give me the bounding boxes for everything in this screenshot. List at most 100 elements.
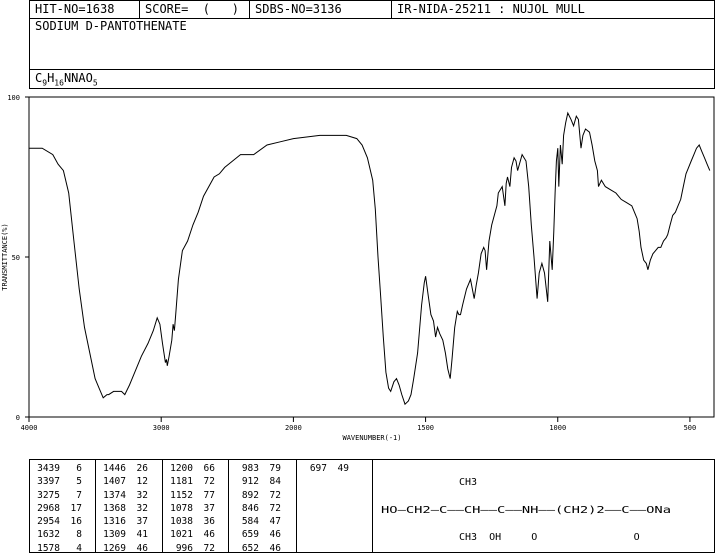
- peak-wavenumber: 1578: [37, 542, 60, 554]
- peak-row: 912 84: [229, 475, 296, 488]
- peak-row: 3439 6: [30, 462, 95, 475]
- peak-transmittance: 49: [337, 463, 349, 474]
- peak-row: 1316 37: [96, 515, 162, 528]
- chemical-structure: CH3 HO—CH2—C——CH——C——NH——(CH2)2——C——ONa …: [381, 477, 671, 543]
- y-axis-label: TRANSMITTANCE(%): [1, 223, 9, 290]
- peak-wavenumber: 1181: [170, 476, 193, 488]
- peak-row: 1269 46: [96, 542, 162, 555]
- y-tick-label: 50: [12, 254, 20, 262]
- peak-row: 1152 77: [163, 489, 228, 502]
- peak-row: 2968 17: [30, 502, 95, 515]
- peak-transmittance: 16: [70, 516, 82, 528]
- peak-row: 1200 66: [163, 462, 228, 475]
- peak-wavenumber: 2954: [37, 516, 60, 528]
- peak-column: 1446 26 1407 12 1374 32 1368 32 1316 37 1309 41 1269…: [96, 460, 163, 555]
- peak-wavenumber: 3275: [37, 489, 60, 501]
- peak-wavenumber: 3439: [37, 463, 60, 474]
- peak-transmittance: 46: [269, 529, 281, 541]
- peak-transmittance: 7: [76, 489, 82, 501]
- peak-wavenumber: 697: [309, 463, 327, 474]
- peak-wavenumber: 983: [241, 463, 259, 474]
- peak-wavenumber: 2968: [37, 502, 60, 514]
- peak-wavenumber: 3397: [37, 476, 60, 488]
- peak-row: 1181 72: [163, 475, 228, 488]
- y-tick-label: 100: [7, 94, 20, 102]
- peak-row: 983 79: [229, 462, 296, 475]
- peak-transmittance: 72: [203, 476, 215, 488]
- peak-transmittance: 17: [70, 502, 82, 514]
- peak-row: 996 72: [163, 542, 228, 555]
- peak-transmittance: 4: [76, 542, 82, 554]
- peak-row: 1021 46: [163, 528, 228, 541]
- ir-spectrum-chart: 4000 3000 2000 1500 1000 500100500 WAVENUMBER…: [1, 94, 715, 442]
- peak-row: 2954 16: [30, 515, 95, 528]
- x-axis-label: WAVENUMBER(-1): [342, 434, 401, 442]
- peak-transmittance: 8: [76, 529, 82, 541]
- peak-table: 3439 6 3397 5 3275 7 2968 17 2954 16 1632 8 1578 4 144…: [29, 459, 374, 555]
- peak-row: 1578 4: [30, 542, 95, 555]
- peak-wavenumber: 1374: [103, 489, 126, 501]
- spectrum-line: [29, 111, 711, 406]
- peak-wavenumber: 1316: [103, 516, 126, 528]
- peak-row: 1078 37: [163, 502, 228, 515]
- x-tick-label: 1000: [549, 424, 566, 432]
- peak-column: 3439 6 3397 5 3275 7 2968 17 2954 16 1632 8 1578 4: [30, 460, 96, 555]
- peak-transmittance: 46: [203, 529, 215, 541]
- peak-row: 1632 8: [30, 528, 95, 541]
- peak-wavenumber: 846: [241, 502, 259, 514]
- peak-transmittance: 32: [136, 502, 148, 514]
- peak-transmittance: 41: [136, 529, 148, 541]
- x-tick-label: 2000: [285, 424, 302, 432]
- peak-wavenumber: 1632: [37, 529, 60, 541]
- peak-row: 697 49: [297, 462, 374, 475]
- peak-transmittance: 79: [269, 463, 281, 474]
- peak-transmittance: 72: [269, 502, 281, 514]
- peak-wavenumber: 1309: [103, 529, 126, 541]
- peak-wavenumber: 659: [241, 529, 259, 541]
- x-tick-label: 4000: [21, 424, 38, 432]
- peak-wavenumber: 1078: [170, 502, 193, 514]
- structure-line-1: CH3: [459, 477, 477, 488]
- peak-wavenumber: 1446: [103, 463, 126, 474]
- peak-row: 1407 12: [96, 475, 162, 488]
- peak-wavenumber: 1269: [103, 542, 126, 554]
- peak-row: 1309 41: [96, 528, 162, 541]
- peak-column: 983 79 912 84 892 72 846 72 584 47 659 46 652 46: [229, 460, 297, 555]
- x-tick-label: 3000: [153, 424, 170, 432]
- peak-row: 3275 7: [30, 489, 95, 502]
- peak-row: 1446 26: [96, 462, 162, 475]
- peak-row: 652 46: [229, 542, 296, 555]
- peak-column: 1200 66 1181 72 1152 77 1078 37 1038 36 1021 46 996 7…: [163, 460, 229, 555]
- peak-wavenumber: 652: [241, 542, 259, 554]
- peak-wavenumber: 1200: [170, 463, 193, 474]
- peak-transmittance: 66: [203, 463, 215, 474]
- peak-wavenumber: 1038: [170, 516, 193, 528]
- peak-wavenumber: 1021: [170, 529, 193, 541]
- x-tick-label: 500: [684, 424, 697, 432]
- peak-wavenumber: 584: [241, 516, 259, 528]
- peak-row: 1368 32: [96, 502, 162, 515]
- peak-row: 846 72: [229, 502, 296, 515]
- peak-column: 697 49: [297, 460, 374, 552]
- structure-box: CH3 HO—CH2—C——CH——C——NH——(CH2)2——C——ONa …: [372, 459, 715, 553]
- peak-transmittance: 12: [136, 476, 148, 488]
- peak-wavenumber: 1152: [170, 489, 193, 501]
- x-tick-label: 1500: [417, 424, 434, 432]
- peak-transmittance: 72: [203, 542, 215, 554]
- peak-transmittance: 46: [136, 542, 148, 554]
- peak-transmittance: 46: [269, 542, 281, 554]
- peak-transmittance: 37: [136, 516, 148, 528]
- peak-row: 584 47: [229, 515, 296, 528]
- peak-transmittance: 26: [136, 463, 148, 474]
- peak-transmittance: 5: [76, 476, 82, 488]
- peak-wavenumber: 996: [175, 542, 193, 554]
- peak-row: 659 46: [229, 528, 296, 541]
- peak-wavenumber: 1368: [103, 502, 126, 514]
- plot-frame: [28, 96, 715, 418]
- peak-transmittance: 36: [203, 516, 215, 528]
- peak-row: 892 72: [229, 489, 296, 502]
- peak-transmittance: 37: [203, 502, 215, 514]
- peak-wavenumber: 1407: [103, 476, 126, 488]
- peak-transmittance: 84: [269, 476, 281, 488]
- peak-transmittance: 72: [269, 489, 281, 501]
